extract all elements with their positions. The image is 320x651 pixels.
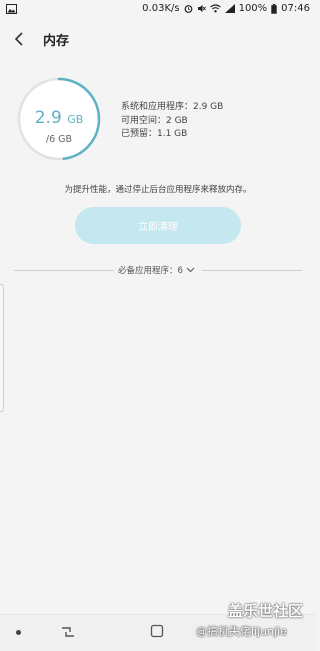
watermark-site: 盖乐世社区 [228, 602, 304, 620]
home-icon[interactable] [150, 624, 164, 638]
chevron-left-icon [14, 32, 23, 46]
memory-summary-card: 2.9 GB /6 GB 系统和应用程序：2.9 GB 可用空间：2 GB 已预… [0, 62, 316, 262]
essential-apps-section: 必备应用程序：6 [14, 263, 302, 279]
edge-panel-handle[interactable] [0, 284, 4, 412]
nav-hide-dot[interactable] [16, 630, 21, 635]
clock: 07:46 [281, 3, 310, 14]
battery-percent: 100% [238, 3, 268, 14]
watermark-author: @搞机失佬lijunjie [196, 625, 287, 638]
stat-available: 可用空间：2 GB [121, 115, 188, 126]
memory-total: /6 GB [45, 134, 73, 145]
divider-line [202, 270, 302, 271]
battery-icon [271, 3, 277, 14]
recent-apps-icon[interactable] [60, 625, 76, 639]
memory-hint: 为提升性能，通过停止后台应用程序来释放内存。 [64, 185, 252, 195]
clean-now-button[interactable]: 立即清理 [75, 207, 241, 244]
wifi-icon [209, 4, 221, 13]
app-header: 内存 [0, 22, 316, 56]
divider-line [14, 270, 114, 271]
mute-icon [197, 5, 206, 12]
memory-used-number: 2.9 [34, 108, 62, 128]
essential-apps-label: 必备应用程序：6 [118, 266, 183, 276]
signal-icon [224, 4, 235, 13]
gallery-icon [6, 4, 17, 14]
back-button[interactable] [10, 28, 30, 50]
network-speed: 0.03K/s [142, 3, 180, 14]
stat-reserved: 已预留：1.1 GB [121, 129, 188, 139]
memory-used-value: 2.9 GB [16, 108, 102, 128]
alarm-icon [184, 5, 192, 13]
essential-apps-toggle[interactable]: 必备应用程序：6 [118, 264, 195, 276]
status-bar: 0.03K/s 100% 07:46 [0, 0, 316, 20]
chevron-down-icon [186, 267, 195, 273]
memory-stats: 系统和应用程序：2.9 GB 可用空间：2 GB 已预留：1.1 GB [121, 101, 223, 142]
page-title: 内存 [43, 34, 70, 49]
stat-system-apps: 系统和应用程序：2.9 GB [121, 102, 224, 112]
memory-used-unit: GB [67, 113, 84, 126]
